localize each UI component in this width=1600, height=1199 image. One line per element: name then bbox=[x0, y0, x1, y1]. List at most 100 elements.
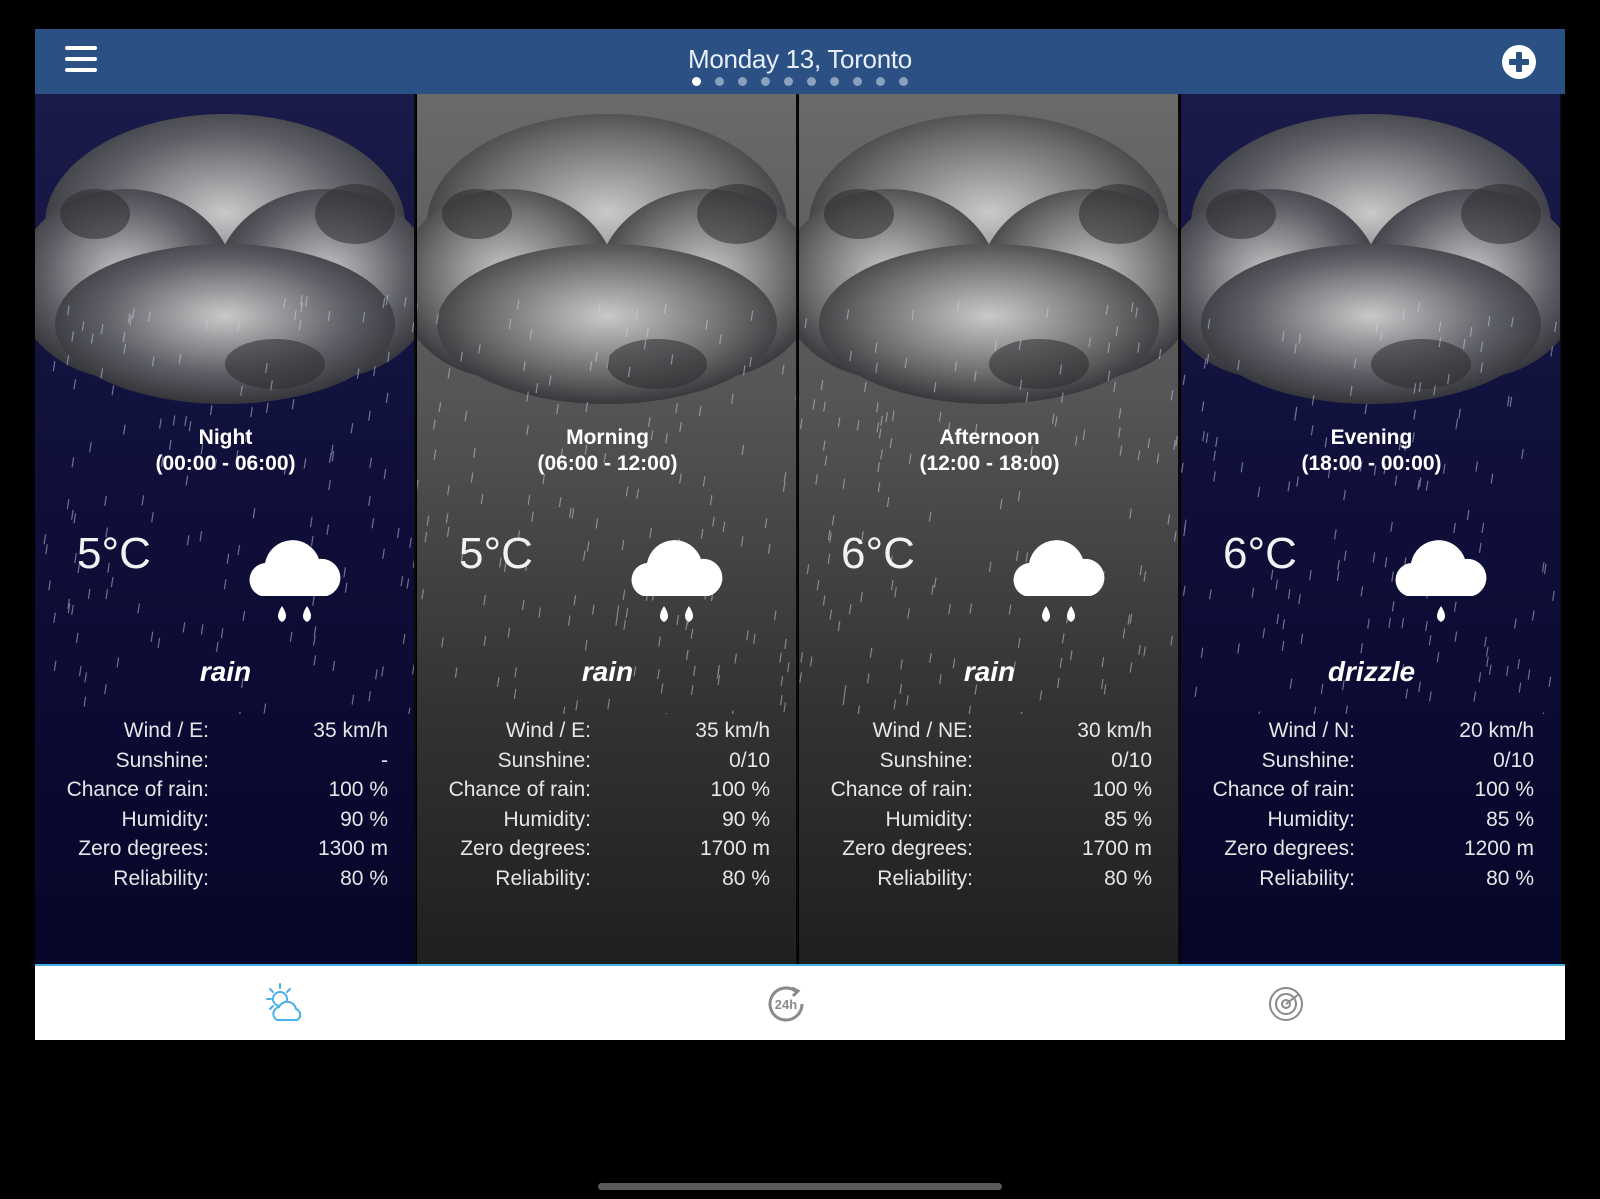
period-range: (12:00 - 18:00) bbox=[919, 452, 1060, 475]
stat-row-humidity: Humidity: 85 % bbox=[799, 807, 1178, 838]
page-dot[interactable] bbox=[784, 77, 793, 86]
period-name: Afternoon bbox=[939, 426, 1040, 449]
stat-label-reliability: Reliability: bbox=[495, 866, 591, 890]
forecast-panel-morning[interactable]: Morning (06:00 - 12:00) 5°C rain Wind / … bbox=[417, 94, 798, 964]
temperature: 6°C bbox=[1223, 529, 1297, 578]
condition-text: rain bbox=[199, 656, 252, 687]
stat-row-rain: Chance of rain: 100 % bbox=[1181, 778, 1560, 808]
stat-value-humidity: 85 % bbox=[1104, 807, 1152, 831]
stat-value-zero: 1200 m bbox=[1463, 837, 1534, 861]
stat-label-humidity: Humidity: bbox=[885, 807, 973, 831]
period-name: Night bbox=[198, 426, 253, 449]
stat-value-reliability: 80 % bbox=[1486, 866, 1534, 890]
stat-label-rain: Chance of rain: bbox=[448, 778, 591, 802]
partly-cloudy-icon[interactable] bbox=[261, 980, 309, 1028]
stat-value-humidity: 85 % bbox=[1486, 807, 1534, 831]
stat-label-humidity: Humidity: bbox=[1267, 807, 1355, 831]
stat-label-humidity: Humidity: bbox=[121, 807, 209, 831]
stat-value-wind: 30 km/h bbox=[1077, 719, 1152, 742]
stat-value-rain: 100 % bbox=[710, 778, 770, 802]
stat-row-wind: Wind / NE: 30 km/h bbox=[799, 719, 1178, 749]
page-dot[interactable] bbox=[853, 77, 862, 86]
page-dot[interactable] bbox=[807, 77, 816, 86]
stat-row-humidity: Humidity: 85 % bbox=[1181, 807, 1560, 838]
period-name: Evening bbox=[1330, 426, 1413, 449]
stat-value-humidity: 90 % bbox=[340, 807, 388, 831]
radar-icon[interactable] bbox=[1262, 980, 1310, 1028]
condition-text: rain bbox=[963, 656, 1016, 687]
stat-value-sunshine: - bbox=[381, 748, 388, 772]
period-range: (00:00 - 06:00) bbox=[155, 452, 296, 475]
page-dot[interactable] bbox=[899, 77, 908, 86]
page-dot[interactable] bbox=[692, 77, 701, 86]
stat-row-zero: Zero degrees: 1700 m bbox=[799, 837, 1178, 867]
stat-value-zero: 1700 m bbox=[699, 837, 770, 861]
stat-value-sunshine: 0/10 bbox=[729, 748, 770, 772]
condition-text: rain bbox=[581, 656, 634, 687]
forecast-panel-night[interactable]: Night (00:00 - 06:00) 5°C rain Wind / E:… bbox=[35, 94, 416, 964]
stat-label-sunshine: Sunshine: bbox=[1261, 748, 1355, 772]
stat-value-rain: 100 % bbox=[1092, 778, 1152, 802]
stat-label-rain: Chance of rain: bbox=[66, 778, 209, 802]
page-dot[interactable] bbox=[738, 77, 747, 86]
stat-label-zero: Zero degrees: bbox=[842, 837, 973, 861]
stat-row-humidity: Humidity: 90 % bbox=[417, 807, 796, 838]
stat-label-zero: Zero degrees: bbox=[460, 837, 591, 861]
stat-label-rain: Chance of rain: bbox=[830, 778, 973, 802]
stat-label-humidity: Humidity: bbox=[503, 807, 591, 831]
page-dot[interactable] bbox=[830, 77, 839, 86]
weather-app: Monday 13, Toronto Night (00:00 - 06:00)… bbox=[35, 29, 1565, 1041]
temperature: 5°C bbox=[459, 529, 533, 578]
condition-text: drizzle bbox=[1327, 656, 1416, 687]
forecast-panel-evening[interactable]: Evening (18:00 - 00:00) 6°C drizzle Wind… bbox=[1181, 94, 1562, 964]
stat-value-reliability: 80 % bbox=[340, 866, 388, 890]
stat-row-sunshine: Sunshine: 0/10 bbox=[799, 748, 1178, 779]
temperature: 6°C bbox=[841, 529, 915, 578]
forecast-panel-afternoon[interactable]: Afternoon (12:00 - 18:00) 6°C rain Wind … bbox=[799, 94, 1180, 964]
plus-circle-icon[interactable] bbox=[1501, 44, 1537, 80]
page-dot[interactable] bbox=[715, 77, 724, 86]
stat-value-rain: 100 % bbox=[1474, 778, 1534, 802]
page-dot[interactable] bbox=[876, 77, 885, 86]
bottom-tab-bar: 24h bbox=[35, 964, 1565, 1040]
stat-value-wind: 35 km/h bbox=[695, 719, 770, 742]
stat-value-rain: 100 % bbox=[328, 778, 388, 802]
stat-row-humidity: Humidity: 90 % bbox=[35, 807, 414, 838]
stats-list: Wind / E: 35 km/h Sunshine: 0/10 Chance … bbox=[417, 719, 796, 897]
top-bar: Monday 13, Toronto bbox=[35, 29, 1565, 94]
stat-value-sunshine: 0/10 bbox=[1111, 748, 1152, 772]
stat-value-humidity: 90 % bbox=[722, 807, 770, 831]
drizzle-cloud-icon bbox=[1395, 540, 1487, 622]
stat-value-reliability: 80 % bbox=[722, 866, 770, 890]
stat-value-reliability: 80 % bbox=[1104, 866, 1152, 890]
stat-row-rain: Chance of rain: 100 % bbox=[799, 778, 1178, 808]
rain-cloud-icon bbox=[1013, 540, 1105, 622]
stats-list: Wind / N: 20 km/h Sunshine: 0/10 Chance … bbox=[1181, 719, 1560, 897]
stat-row-reliability: Reliability: 80 % bbox=[417, 866, 796, 897]
stat-label-wind: Wind / NE: bbox=[872, 719, 973, 742]
stat-value-zero: 1700 m bbox=[1081, 837, 1152, 861]
stat-row-wind: Wind / N: 20 km/h bbox=[1181, 719, 1560, 749]
period-range: (18:00 - 00:00) bbox=[1301, 452, 1442, 475]
stat-label-sunshine: Sunshine: bbox=[115, 748, 209, 772]
home-indicator[interactable] bbox=[598, 1183, 1002, 1190]
stats-list: Wind / E: 35 km/h Sunshine: - Chance of … bbox=[35, 719, 414, 897]
stat-value-wind: 20 km/h bbox=[1459, 719, 1534, 742]
rain-cloud-icon bbox=[249, 540, 341, 622]
temperature: 5°C bbox=[77, 529, 151, 578]
stat-label-sunshine: Sunshine: bbox=[497, 748, 591, 772]
stat-value-sunshine: 0/10 bbox=[1493, 748, 1534, 772]
period-range: (06:00 - 12:00) bbox=[537, 452, 678, 475]
stat-row-sunshine: Sunshine: 0/10 bbox=[1181, 748, 1560, 779]
stat-label-zero: Zero degrees: bbox=[78, 837, 209, 861]
stat-row-sunshine: Sunshine: - bbox=[35, 748, 414, 779]
stat-row-zero: Zero degrees: 1200 m bbox=[1181, 837, 1560, 867]
period-name: Morning bbox=[566, 426, 649, 449]
page-indicator-dots[interactable] bbox=[35, 77, 1565, 86]
stat-row-reliability: Reliability: 80 % bbox=[35, 866, 414, 897]
page-dot[interactable] bbox=[761, 77, 770, 86]
rain-cloud-icon bbox=[631, 540, 723, 622]
24h-forecast-icon[interactable]: 24h bbox=[762, 980, 810, 1028]
stat-row-wind: Wind / E: 35 km/h bbox=[35, 719, 414, 749]
stat-row-wind: Wind / E: 35 km/h bbox=[417, 719, 796, 749]
